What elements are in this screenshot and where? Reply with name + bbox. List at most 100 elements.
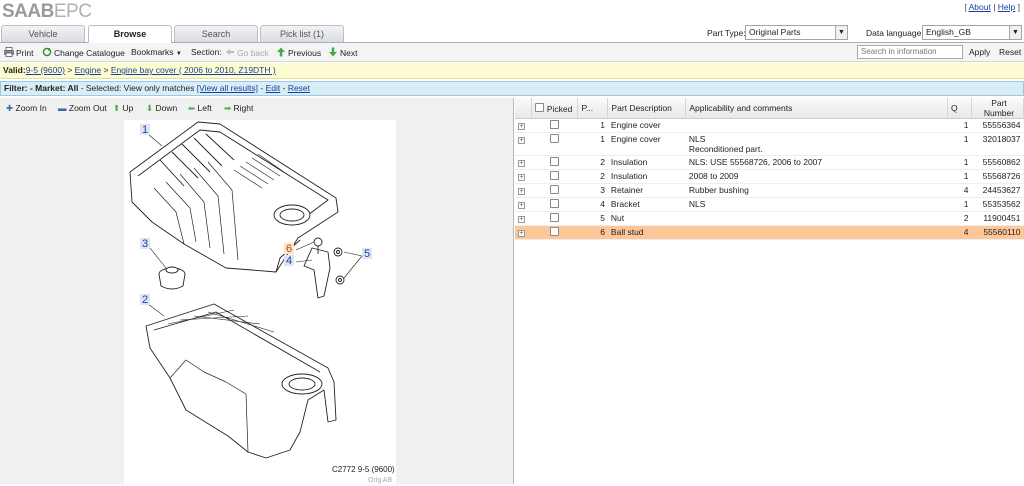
picked-checkbox[interactable] (550, 199, 560, 208)
chevron-down-icon[interactable]: ▼ (835, 26, 847, 39)
expand-cell: + (515, 118, 532, 133)
part-number-cell: 55556364 (971, 118, 1024, 133)
arrow-down-icon (329, 47, 337, 57)
filter-reset-link[interactable]: Reset (288, 83, 310, 93)
quantity-cell: 1 (947, 169, 972, 184)
next-button[interactable]: Next (328, 47, 357, 58)
breadcrumb-model-link[interactable]: 9-5 (9600) (26, 65, 65, 75)
section-label: Section: (191, 47, 222, 57)
applicability-note: Reconditioned part. (688, 144, 763, 154)
picked-checkbox[interactable] (550, 171, 560, 180)
zoom-in-button[interactable]: ✚ Zoom In (6, 103, 47, 114)
picked-checkbox[interactable] (550, 213, 560, 222)
view-all-results-link[interactable]: [View all results] (197, 83, 258, 93)
description-cell: Insulation (607, 155, 686, 170)
callout-6[interactable]: 6 (286, 243, 292, 255)
picked-checkbox[interactable] (550, 120, 560, 129)
table-row[interactable]: +1 Engine cover NLS Reconditioned part. 1 320… (515, 132, 1024, 156)
part-number-cell: 24453627 (971, 183, 1024, 198)
go-back-label: Go back (237, 48, 269, 58)
refresh-icon (42, 47, 52, 57)
table-row[interactable]: +5 Nut 2 11900451 (515, 211, 1024, 226)
table-row[interactable]: +1 Engine cover 1 55556364 (515, 118, 1024, 133)
expand-icon[interactable]: + (518, 216, 525, 223)
description-cell: Ball stud (607, 225, 686, 240)
tab-row: Vehicle Browse Search Pick list (1) Part… (0, 24, 1024, 43)
quantity-cell: 4 (947, 225, 972, 240)
applicability-text: NLS (688, 199, 706, 209)
pos-column-header[interactable]: P... (577, 98, 609, 119)
logo-subtext: EPC (53, 1, 92, 22)
expand-icon[interactable]: + (518, 202, 525, 209)
callout-1[interactable]: 1 (142, 124, 148, 136)
zoom-bar: ✚ Zoom In ▬ Zoom Out ⬆ Up ⬇ Down ⬅ Left … (0, 98, 514, 118)
logo-text: SAAB (2, 1, 54, 22)
callout-4[interactable]: 4 (286, 255, 292, 267)
applicability-column-header[interactable]: Applicability and comments (685, 98, 948, 119)
go-back-button[interactable]: Go back (225, 47, 269, 58)
help-link[interactable]: Help (998, 2, 1015, 12)
tab-browse[interactable]: Browse (88, 25, 172, 43)
previous-button[interactable]: Previous (276, 47, 321, 58)
print-button[interactable]: Print (4, 47, 33, 58)
table-row[interactable]: +3 Retainer Rubber bushing 4 24453627 (515, 183, 1024, 198)
part-description-column-header[interactable]: Part Description (607, 98, 687, 119)
zoom-out-button[interactable]: ▬ Zoom Out (58, 103, 107, 113)
picked-checkbox[interactable] (550, 134, 560, 143)
right-label: Right (233, 103, 254, 113)
callout-5[interactable]: 5 (364, 248, 370, 260)
picked-checkbox[interactable] (550, 227, 560, 236)
picked-cell (531, 211, 578, 226)
breadcrumb-section-link[interactable]: Engine bay cover ( 2006 to 2010, Z19DTH … (111, 65, 276, 75)
picked-checkbox[interactable] (550, 185, 560, 194)
picked-checkbox[interactable] (550, 157, 560, 166)
saab-epc-logo: SAABEPC (2, 1, 92, 23)
expand-icon[interactable]: + (518, 160, 525, 167)
expand-icon[interactable]: + (518, 137, 525, 144)
pan-down-button[interactable]: ⬇ Down (146, 103, 177, 114)
table-row[interactable]: +2 Insulation NLS: USE 55568726, 2006 to 2… (515, 155, 1024, 170)
filter-edit-link[interactable]: Edit (266, 83, 281, 93)
description-cell: Engine cover (607, 118, 686, 133)
change-catalogue-button[interactable]: Change Catalogue (42, 47, 125, 58)
picked-header-label: Picked (546, 103, 573, 114)
pan-left-button[interactable]: ⬅ Left (188, 103, 212, 114)
print-label: Print (16, 48, 34, 58)
breadcrumb-separator: > (67, 65, 73, 75)
breadcrumb-group-link[interactable]: Engine (75, 65, 101, 75)
parts-diagram[interactable]: 1 2 3 4 5 6 C2772 9-5 (9600) Orig AB (124, 120, 396, 484)
tab-pick-list[interactable]: Pick list (1) (260, 25, 344, 42)
bracket-part (303, 247, 331, 299)
part-number-cell: 55560862 (971, 155, 1024, 170)
quantity-cell: 1 (947, 132, 972, 156)
expand-icon[interactable]: + (518, 188, 525, 195)
expand-icon[interactable]: + (518, 174, 525, 181)
expand-icon[interactable]: + (518, 230, 525, 237)
search-input[interactable]: Search in information (857, 45, 963, 59)
qty-column-header[interactable]: Q (947, 98, 972, 119)
table-row[interactable]: +2 Insulation 2008 to 2009 1 55568726 (515, 169, 1024, 184)
chevron-down-icon[interactable]: ▼ (1009, 26, 1021, 39)
position-cell: 1 (577, 132, 608, 156)
callout-3[interactable]: 3 (142, 238, 148, 250)
data-language-value: English_GB (926, 27, 971, 37)
picked-column-header[interactable]: Picked (531, 98, 579, 119)
about-link[interactable]: About (969, 2, 991, 12)
callout-2[interactable]: 2 (142, 294, 148, 306)
bookmarks-button[interactable]: Bookmarks ▼ (131, 47, 182, 57)
tab-search[interactable]: Search (174, 25, 258, 42)
pan-up-button[interactable]: ⬆ Up (113, 103, 133, 114)
tab-vehicle[interactable]: Vehicle (1, 25, 85, 42)
reset-button[interactable]: Reset (999, 47, 1021, 57)
pan-right-button[interactable]: ➡ Right (224, 103, 253, 114)
filter-bar: Filter: - Market: All - Selected: View o… (0, 81, 1024, 96)
select-all-checkbox[interactable] (535, 102, 545, 112)
part-number-cell: 55568726 (971, 169, 1024, 184)
table-row[interactable]: +6 Ball stud 4 55560110 (515, 225, 1024, 240)
part-number-column-header[interactable]: Part Number (971, 98, 1024, 119)
part-type-select[interactable]: Original Parts ▼ (745, 25, 848, 40)
apply-button[interactable]: Apply (969, 47, 990, 57)
table-row[interactable]: +4 Bracket NLS 1 55353562 (515, 197, 1024, 212)
data-language-select[interactable]: English_GB ▼ (922, 25, 1022, 40)
expand-icon[interactable]: + (518, 123, 525, 130)
